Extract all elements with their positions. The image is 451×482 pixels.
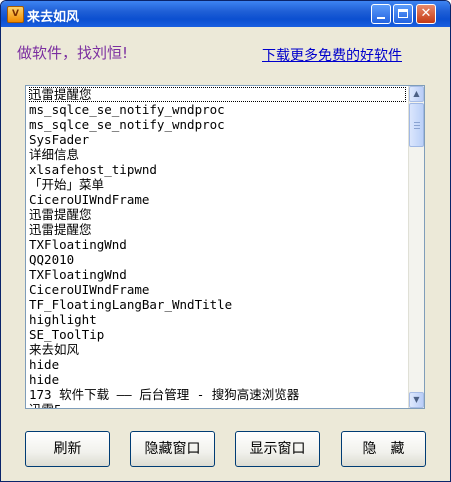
list-item[interactable]: hide — [29, 372, 406, 387]
thumb-grip — [414, 128, 420, 129]
hide-button[interactable]: 隐 藏 — [341, 431, 426, 467]
window-title: 来去如风 — [27, 10, 80, 25]
list-item[interactable]: xlsafehost_tipwnd — [29, 162, 406, 177]
scroll-up-button[interactable]: ▲ — [409, 86, 424, 102]
chevron-down-icon: ▼ — [413, 395, 420, 404]
list-item[interactable]: 迅雷提醒您 — [29, 222, 406, 237]
title-bar[interactable]: V 来去如风 ✕ — [1, 1, 450, 27]
list-item[interactable]: 迅雷提醒您 — [29, 87, 406, 102]
list-item[interactable]: 详细信息 — [29, 147, 406, 162]
list-item[interactable]: hide — [29, 357, 406, 372]
window-list[interactable]: 迅雷提醒您 ms_sqlce_se_notify_wndproc ms_sqlce_… — [25, 85, 425, 409]
list-item[interactable]: 173 软件下载 —— 后台管理 - 搜狗高速浏览器 — [29, 387, 406, 402]
scroll-thumb[interactable] — [409, 103, 424, 147]
list-item[interactable]: CiceroUIWndFrame — [29, 192, 406, 207]
list-item[interactable]: 迅雷提醒您 — [29, 207, 406, 222]
minimize-button[interactable] — [371, 4, 391, 24]
list-item[interactable]: 「开始」菜单 — [29, 177, 406, 192]
close-button[interactable]: ✕ — [416, 4, 436, 24]
window-list-items: 迅雷提醒您 ms_sqlce_se_notify_wndproc ms_sqlce_… — [29, 87, 406, 408]
list-item[interactable]: highlight — [29, 312, 406, 327]
slogan-text: 做软件，找刘恒! — [17, 44, 129, 62]
main-window: V 来去如风 ✕ 做软件，找刘恒! 下载更多免费的好软件 迅雷提醒您 ms_sql… — [0, 0, 451, 482]
list-item[interactable]: CiceroUIWndFrame — [29, 282, 406, 297]
list-scrollbar[interactable]: ▲ ▼ — [408, 86, 424, 408]
download-more-link[interactable]: 下载更多免费的好软件 — [262, 45, 402, 65]
app-icon: V — [7, 6, 24, 23]
list-item[interactable]: TXFloatingWnd — [29, 237, 406, 252]
refresh-button[interactable]: 刷新 — [25, 431, 110, 467]
scroll-down-button[interactable]: ▼ — [409, 392, 424, 408]
list-item[interactable]: TF_FloatingLangBar_WndTitle — [29, 297, 406, 312]
list-item[interactable]: ms_sqlce_se_notify_wndproc — [29, 102, 406, 117]
list-item[interactable]: SysFader — [29, 132, 406, 147]
close-icon: ✕ — [420, 6, 432, 21]
list-item[interactable]: 迅雷5 — [29, 402, 406, 408]
hide-window-button[interactable]: 隐藏窗口 — [130, 431, 215, 467]
maximize-button[interactable] — [393, 4, 413, 24]
list-item[interactable]: SE_ToolTip — [29, 327, 406, 342]
list-item[interactable]: 来去如风 — [29, 342, 406, 357]
minimize-icon — [377, 17, 385, 19]
thumb-grip — [414, 122, 420, 123]
thumb-grip — [414, 125, 420, 126]
show-window-button[interactable]: 显示窗口 — [235, 431, 320, 467]
list-item[interactable]: ms_sqlce_se_notify_wndproc — [29, 117, 406, 132]
list-item[interactable]: QQ2010 — [29, 252, 406, 267]
maximize-icon — [398, 9, 408, 18]
list-item[interactable]: TXFloatingWnd — [29, 267, 406, 282]
chevron-up-icon: ▲ — [413, 89, 420, 98]
